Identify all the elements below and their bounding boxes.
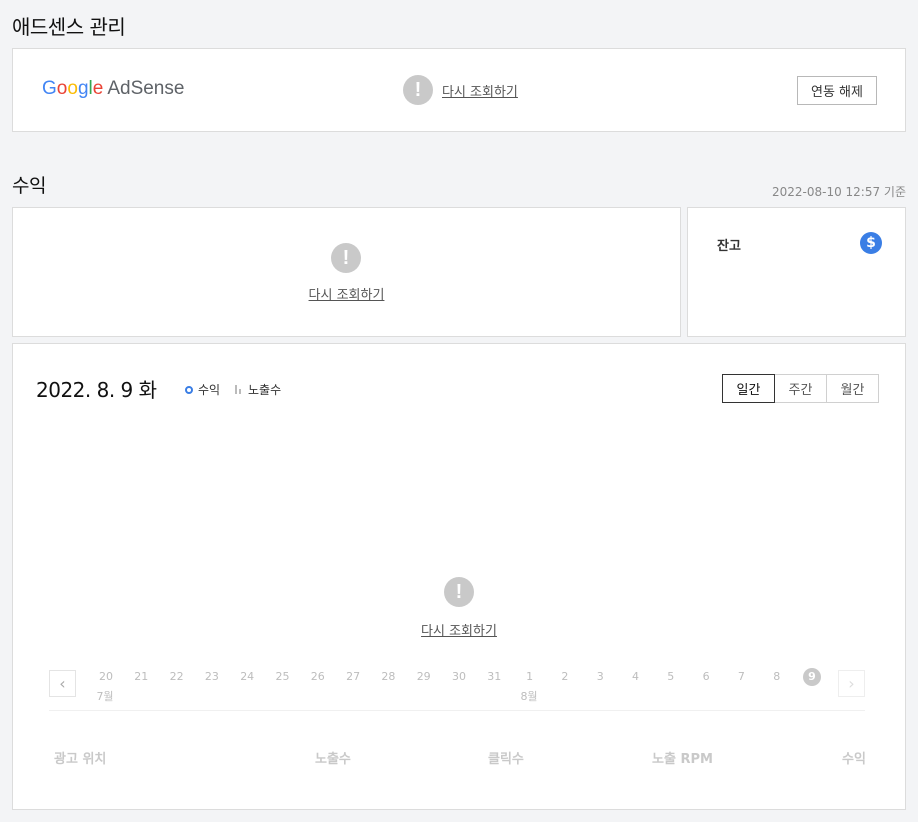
retry-row: 다시 조회하기 [13,620,905,639]
day-item[interactable]: 27 [339,670,367,683]
google-wordmark: Google [42,78,104,99]
day-item[interactable]: 2 [551,670,579,683]
updated-timestamp: 2022-08-10 12:57 기준 [771,185,906,199]
legend-impressions: 노출수 [235,381,281,398]
day-item[interactable]: 24 [233,670,261,683]
revenue-summary-panel: ! 다시 조회하기 [12,207,681,337]
warning-icon: ! [331,243,361,273]
balance-panel: 잔고 $ [687,207,906,337]
day-item[interactable]: 4 [622,670,650,683]
day-item[interactable]: 22 [163,670,191,683]
month-label-august: 8월 [520,690,538,703]
legend-revenue: 수익 [185,381,220,398]
selected-day[interactable]: 9 [803,668,821,686]
day-item[interactable]: 21 [127,670,155,683]
header-ad-position: 광고 위치 [54,752,107,767]
day-item[interactable]: 1 [516,670,544,683]
day-item[interactable]: 20 [92,670,120,683]
adsense-wordmark: AdSense [107,78,185,99]
day-item[interactable]: 5 [657,670,685,683]
day-item[interactable]: 31 [480,670,508,683]
dollar-icon: $ [860,232,882,254]
day-item[interactable]: 29 [410,670,438,683]
page-title: 애드센스 관리 [12,15,126,39]
day-item[interactable]: 28 [374,670,402,683]
selected-date: 2022. 8. 9 화 [36,378,157,402]
header-clicks: 클릭수 [488,752,524,767]
legend-label: 노출수 [248,383,282,397]
tab-weekly[interactable]: 주간 [774,374,827,403]
header-impressions: 노출수 [315,752,351,767]
day-item[interactable]: 30 [445,670,473,683]
retry-row: 다시 조회하기 [13,284,680,303]
day-item[interactable]: 3 [586,670,614,683]
adsense-connection-panel: Google AdSense ! 다시 조회하기 연동 해제 [12,48,906,132]
day-item[interactable]: 25 [269,670,297,683]
retry-link[interactable]: 다시 조회하기 [442,81,518,100]
disconnect-button[interactable]: 연동 해제 [797,76,877,105]
day-item[interactable]: 8 [763,670,791,683]
month-label-july: 7월 [96,690,114,703]
retry-link[interactable]: 다시 조회하기 [309,288,385,303]
day-item[interactable]: 26 [304,670,332,683]
header-revenue: 수익 [842,752,866,767]
day-item[interactable]: 9 [798,668,826,686]
period-tabs: 일간 주간 월간 [722,374,879,403]
google-adsense-logo: Google AdSense [42,78,184,100]
bar-icon [235,385,242,394]
divider [49,710,865,711]
tab-monthly[interactable]: 월간 [826,374,879,403]
circle-icon [185,385,193,394]
prev-arrow-icon[interactable]: ‹ [49,670,76,697]
day-item[interactable]: 6 [692,670,720,683]
retry-link[interactable]: 다시 조회하기 [421,624,497,639]
legend-label: 수익 [198,383,221,397]
revenue-section-title: 수익 [12,175,46,197]
daily-chart-panel: 2022. 8. 9 화 수익 노출수 일간 주간 월간 ! 다시 조회하기 ‹… [12,343,906,810]
balance-label: 잔고 [717,239,741,254]
tab-daily[interactable]: 일간 [722,374,775,403]
next-arrow-icon[interactable]: › [838,670,865,697]
day-item[interactable]: 7 [727,670,755,683]
warning-icon: ! [444,577,474,607]
day-item[interactable]: 23 [198,670,226,683]
header-rpm: 노출 RPM [652,752,713,767]
warning-icon: ! [403,75,433,105]
retry-group: ! 다시 조회하기 [403,75,518,105]
